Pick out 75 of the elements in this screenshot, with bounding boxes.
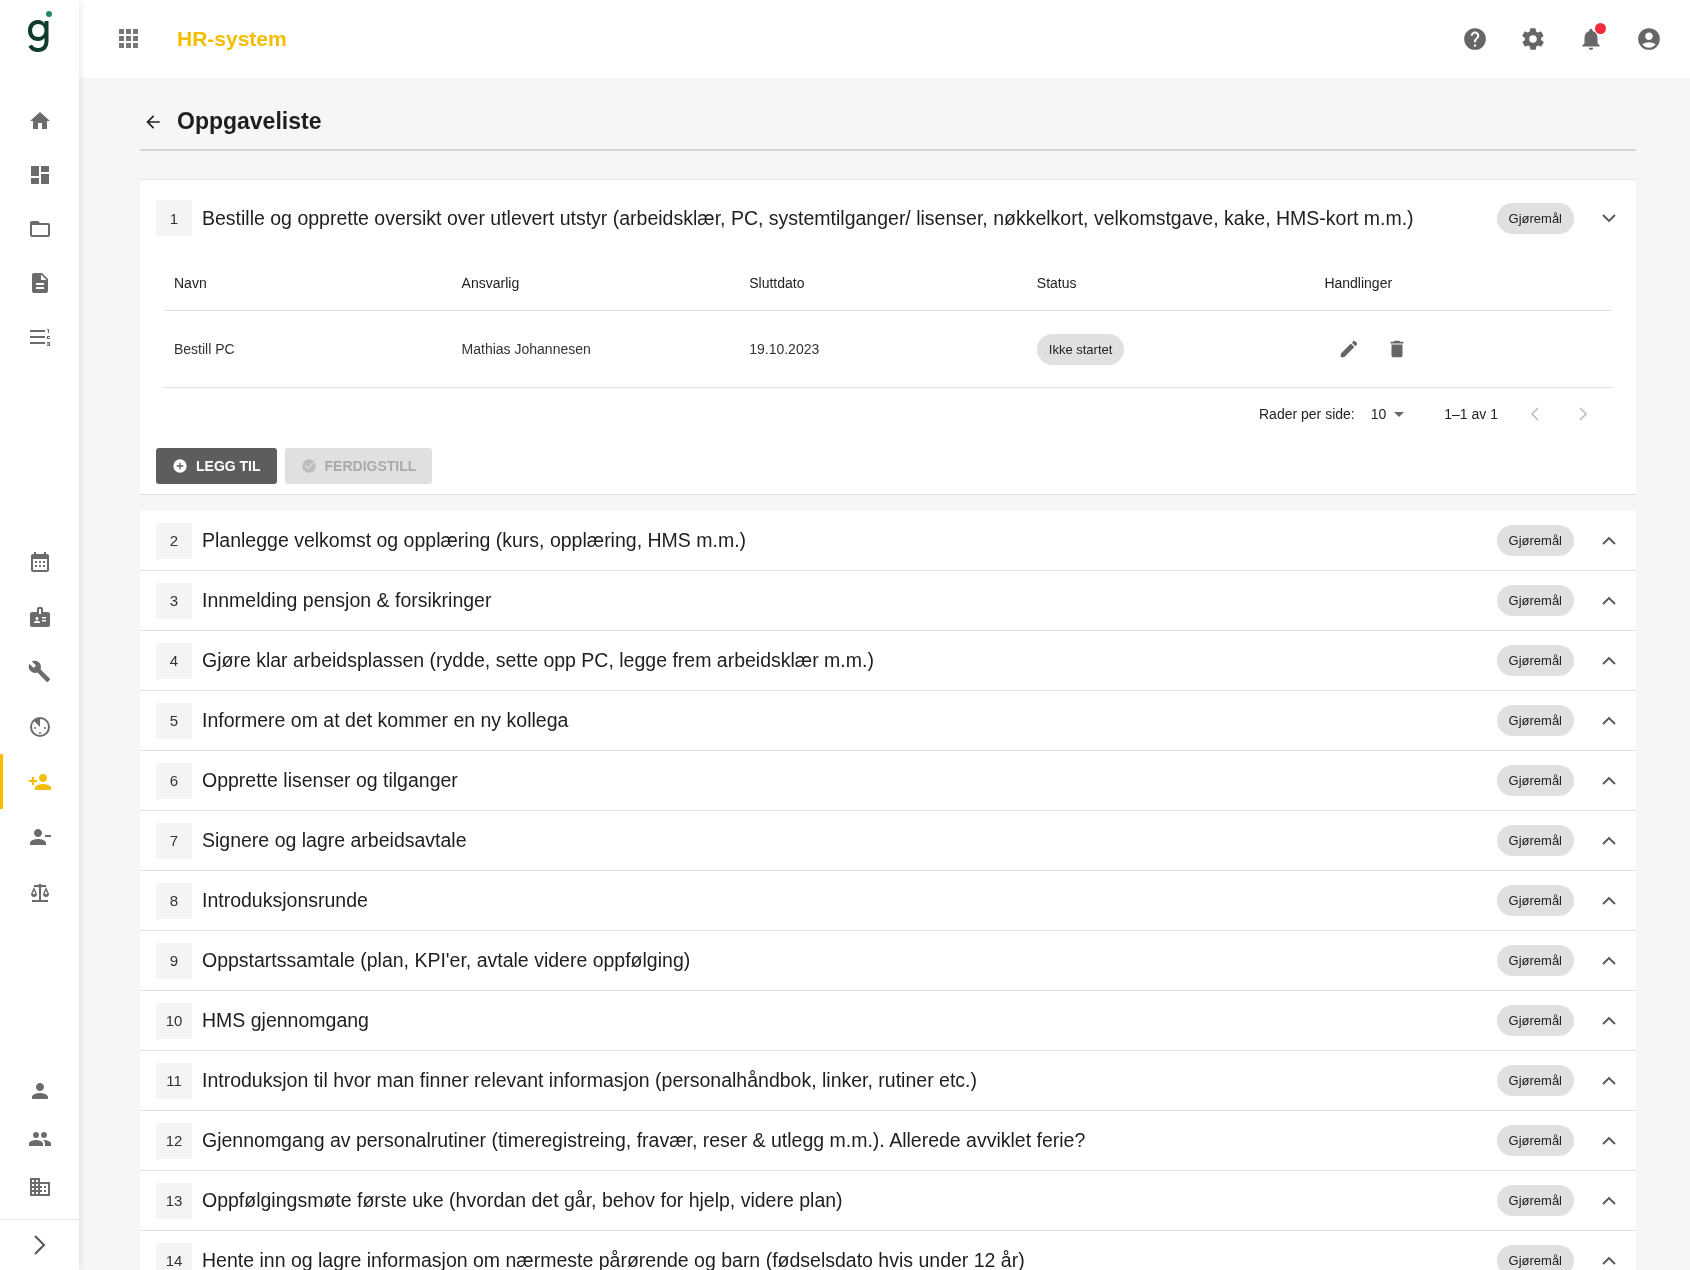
task-number: 6 bbox=[156, 762, 192, 799]
chevron-up-icon[interactable] bbox=[1602, 955, 1616, 966]
task-title[interactable]: Innmelding pensjon & forsikringer bbox=[202, 589, 1487, 612]
column-header: Ansvarlig bbox=[461, 275, 521, 291]
task-number: 7 bbox=[156, 822, 192, 859]
table-cell-text: 19.10.2023 bbox=[749, 341, 821, 357]
column-header: Status bbox=[1036, 275, 1078, 291]
task-number: 14 bbox=[156, 1242, 192, 1270]
task-number: 5 bbox=[156, 702, 192, 739]
task-tag: Gjøremål bbox=[1496, 765, 1574, 796]
add-button[interactable]: LEGG TIL bbox=[156, 448, 277, 484]
chevron-up-icon[interactable] bbox=[1602, 775, 1616, 786]
task-title[interactable]: Signere og lagre arbeidsavtale bbox=[202, 829, 1487, 852]
chevron-up-icon[interactable] bbox=[1602, 1255, 1616, 1266]
rows-per-page-label: Rader per side: bbox=[1259, 406, 1355, 422]
task-title[interactable]: Informere om at det kommer en ny kollega bbox=[202, 709, 1487, 732]
chevron-up-icon[interactable] bbox=[1602, 655, 1616, 666]
page-title: Oppgaveliste bbox=[177, 108, 322, 135]
task-tag: Gjøremål bbox=[1496, 825, 1574, 856]
dropdown-caret-icon[interactable] bbox=[1394, 411, 1405, 417]
task-tag: Gjøremål bbox=[1496, 705, 1574, 736]
chevron-up-icon[interactable] bbox=[1602, 715, 1616, 726]
task-number: 13 bbox=[156, 1182, 192, 1219]
task-title[interactable]: Opprette lisenser og tilganger bbox=[202, 769, 1487, 792]
chevron-up-icon[interactable] bbox=[1602, 1075, 1616, 1086]
task-number: 12 bbox=[156, 1122, 192, 1159]
task-tag: Gjøremål bbox=[1496, 585, 1574, 616]
task-number: 11 bbox=[156, 1062, 192, 1099]
task-title[interactable]: Oppstartssamtale (plan, KPI'er, avtale videre oppfølging) bbox=[202, 949, 1487, 972]
chevron-up-icon[interactable] bbox=[1602, 1195, 1616, 1206]
task-title[interactable]: Planlegge velkomst og opplæring (kurs, opplæring, HMS m.m.) bbox=[202, 529, 1487, 552]
task-number: 9 bbox=[156, 942, 192, 979]
task-number: 1 bbox=[156, 200, 192, 236]
task-tag: Gjøremål bbox=[1496, 202, 1574, 234]
task-tag: Gjøremål bbox=[1496, 945, 1574, 976]
column-header: Handlinger bbox=[1324, 275, 1394, 291]
rows-per-page-select[interactable]: 10 bbox=[1370, 406, 1405, 422]
table-cell-text: Bestill PC bbox=[174, 341, 236, 357]
chevron-down-icon[interactable] bbox=[1602, 213, 1616, 223]
page-range: 1–1 av 1 bbox=[1444, 406, 1498, 422]
chevron-up-icon[interactable] bbox=[1602, 595, 1616, 606]
task-tag: Gjøremål bbox=[1496, 1185, 1574, 1216]
apps-grid-icon[interactable] bbox=[119, 29, 139, 49]
task-title[interactable]: Introduksjonsrunde bbox=[202, 889, 1487, 912]
chevron-up-icon[interactable] bbox=[1602, 1135, 1616, 1146]
chevron-up-icon[interactable] bbox=[1602, 835, 1616, 846]
task-number: 2 bbox=[156, 522, 192, 559]
task-tag: Gjøremål bbox=[1496, 645, 1574, 676]
table-cell-text: Mathias Johannesen bbox=[461, 341, 592, 357]
status-chip: Ikke startet bbox=[1036, 333, 1125, 365]
task-title[interactable]: HMS gjennomgang bbox=[202, 1009, 1487, 1032]
column-header: Sluttdato bbox=[749, 275, 806, 291]
task-number: 8 bbox=[156, 882, 192, 919]
column-header: Navn bbox=[174, 275, 208, 291]
task-tag: Gjøremål bbox=[1496, 1245, 1574, 1270]
task-tag: Gjøremål bbox=[1496, 1125, 1574, 1156]
app-title: HR-system bbox=[177, 27, 287, 51]
task-title[interactable]: Gjennomgang av personalrutiner (timeregistreing, fravær, reser & utlegg m.m.). Allerede avviklet ferie? bbox=[202, 1129, 1487, 1152]
task-tag: Gjøremål bbox=[1496, 525, 1574, 556]
task-tag: Gjøremål bbox=[1496, 1005, 1574, 1036]
chevron-up-icon[interactable] bbox=[1602, 895, 1616, 906]
chevron-up-icon[interactable] bbox=[1602, 1015, 1616, 1026]
task-title[interactable]: Oppfølgingsmøte første uke (hvordan det går, behov for hjelp, videre plan) bbox=[202, 1189, 1487, 1212]
task-number: 10 bbox=[156, 1002, 192, 1039]
account-icon[interactable] bbox=[1636, 26, 1662, 52]
help-icon[interactable] bbox=[1462, 26, 1488, 52]
task-title[interactable]: Bestille og opprette oversikt over utlevert utstyr (arbeidsklær, PC, systemtilganger/ lisenser, nøkkelkort, velkomstgave, kake, HMS-kort m.m.) bbox=[202, 206, 1487, 230]
chevron-up-icon[interactable] bbox=[1602, 535, 1616, 546]
task-title[interactable]: Gjøre klar arbeidsplassen (rydde, sette opp PC, legge frem arbeidsklær m.m.) bbox=[202, 649, 1487, 672]
settings-icon[interactable] bbox=[1520, 26, 1546, 52]
task-number: 4 bbox=[156, 642, 192, 679]
task-title[interactable]: Introduksjon til hvor man finner relevant informasjon (personalhåndbok, linker, rutiner etc.) bbox=[202, 1069, 1487, 1092]
task-number: 3 bbox=[156, 582, 192, 619]
task-tag: Gjøremål bbox=[1496, 885, 1574, 916]
task-tag: Gjøremål bbox=[1496, 1065, 1574, 1096]
